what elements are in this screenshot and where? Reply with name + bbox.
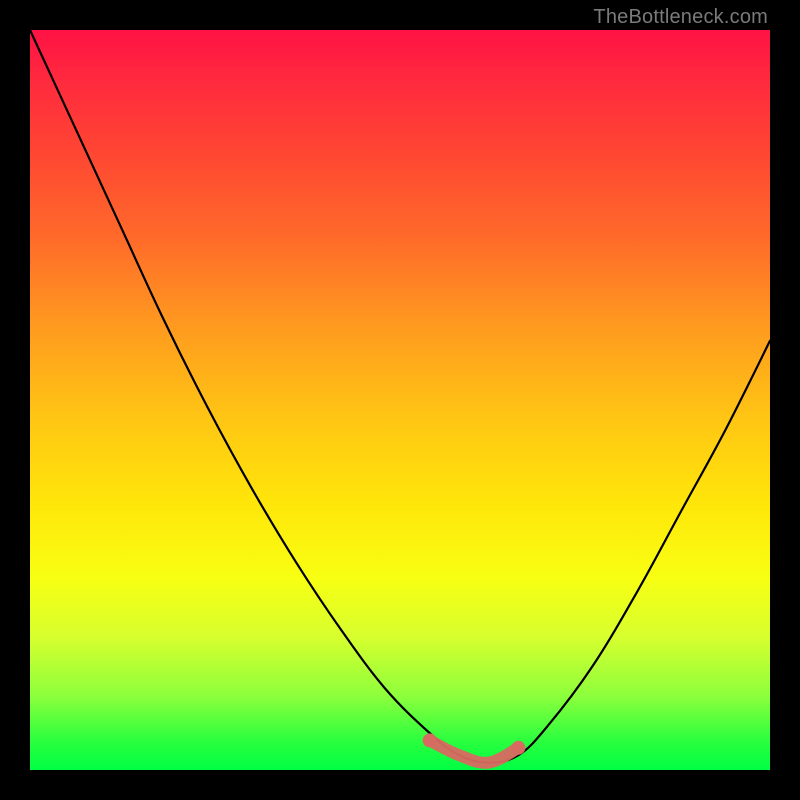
chart-svg xyxy=(30,30,770,770)
optimal-range-curve xyxy=(430,740,519,762)
optimal-range-end-dot xyxy=(511,741,525,755)
bottleneck-curve xyxy=(30,30,770,763)
watermark-text: TheBottleneck.com xyxy=(593,6,768,29)
plot-area xyxy=(30,30,770,770)
optimal-range-start-dot xyxy=(423,733,437,747)
chart-frame: TheBottleneck.com xyxy=(0,0,800,800)
